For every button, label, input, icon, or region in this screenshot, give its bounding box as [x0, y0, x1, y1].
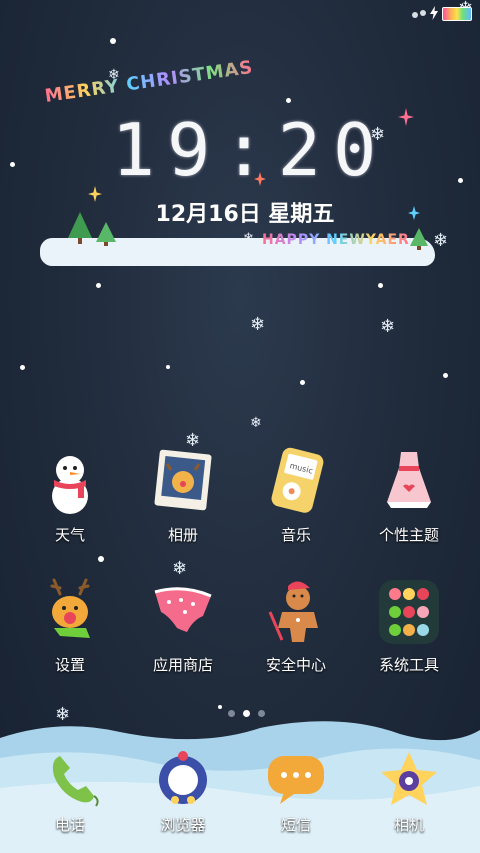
lockscreen-clock: 19:20 — [111, 108, 389, 192]
dock-browser[interactable]: 浏览器 — [128, 750, 238, 835]
snowflake-icon: ❄ — [380, 316, 396, 337]
app-label: 安全中心 — [265, 656, 326, 674]
dock-camera[interactable]: 相机 — [354, 750, 464, 835]
snowman-icon — [34, 446, 106, 518]
sparkle-icon — [408, 206, 420, 220]
snow-dot — [10, 162, 15, 167]
phone-icon — [34, 750, 106, 808]
app-label: 设置 — [54, 656, 85, 674]
app-label: 个性主题 — [378, 526, 439, 544]
app-label: 电话 — [54, 816, 85, 834]
app-gallery[interactable]: 相册 — [128, 446, 238, 545]
dock-messages[interactable]: 短信 — [241, 750, 351, 835]
app-label: 天气 — [54, 526, 85, 544]
pine-trees-icon — [68, 212, 116, 246]
snow-dot — [110, 38, 116, 44]
app-settings[interactable]: 设置 — [15, 576, 125, 675]
greeting-text: MERRY CHRISTMAS — [44, 57, 255, 107]
snow-dot — [20, 365, 25, 370]
app-system-tools[interactable]: 系统工具 — [354, 576, 464, 675]
app-security[interactable]: 安全中心 — [241, 576, 351, 675]
app-music[interactable]: music 音乐 — [241, 446, 351, 545]
snow-dot — [300, 380, 305, 385]
dock-phone[interactable]: 电话 — [15, 750, 125, 835]
notification-dot-icon — [420, 10, 426, 16]
app-label: 应用商店 — [152, 656, 213, 674]
snowflake-icon: ❄ — [433, 230, 449, 251]
app-store[interactable]: 应用商店 — [128, 576, 238, 675]
app-label: 相册 — [167, 526, 198, 544]
charging-icon — [430, 6, 438, 20]
home-screen: ❄ ❄ ❄ ❄ ❄ ❄ ❄ ❄ ❄ ❄ ❄ MERRY CHRISTMAS 19… — [0, 0, 480, 853]
toolbox-icon — [373, 576, 445, 648]
app-label: 浏览器 — [160, 816, 206, 834]
gingerbread-icon — [260, 576, 332, 648]
new-year-text: HAPPY NEWYAER — [262, 232, 410, 248]
sparkle-icon — [398, 108, 414, 126]
snow-dot — [458, 178, 463, 183]
sparkle-icon — [88, 186, 102, 202]
page-dot[interactable] — [228, 710, 235, 717]
wreath-icon — [147, 750, 219, 808]
snowflake-icon: ❄ — [250, 415, 262, 431]
greeting-label: MERRY CHRISTMAS — [43, 56, 255, 107]
pine-tree-icon — [410, 228, 428, 250]
app-label: 短信 — [280, 816, 311, 834]
underwear-icon — [147, 576, 219, 648]
page-dot[interactable] — [258, 710, 265, 717]
app-weather[interactable]: 天气 — [15, 446, 125, 545]
page-dot-active[interactable] — [243, 710, 250, 717]
snow-dot — [378, 283, 383, 288]
app-label: 相机 — [393, 816, 424, 834]
snow-dot — [96, 283, 101, 288]
snow-dot — [286, 98, 291, 103]
snow-dot — [443, 373, 448, 378]
new-year-label: HAPPY NEWYAER — [262, 232, 410, 248]
battery-icon — [442, 7, 472, 21]
notification-dot-icon — [412, 12, 418, 18]
snow-dot — [218, 705, 222, 709]
reindeer-icon — [34, 576, 106, 648]
snow-dot — [98, 556, 104, 562]
lockscreen-date: 12月16日 星期五 — [155, 202, 335, 227]
music-player-icon: music — [260, 446, 332, 518]
app-label: 音乐 — [280, 526, 311, 544]
status-bar — [0, 0, 480, 26]
app-label: 系统工具 — [378, 656, 439, 674]
snowflake-icon: ❄ — [250, 314, 266, 335]
snow-dot — [166, 365, 170, 369]
dress-icon — [373, 446, 445, 518]
message-bubble-icon — [260, 750, 332, 808]
photo-frame-icon — [147, 446, 219, 518]
star-camera-icon — [373, 750, 445, 808]
app-themes[interactable]: 个性主题 — [354, 446, 464, 545]
